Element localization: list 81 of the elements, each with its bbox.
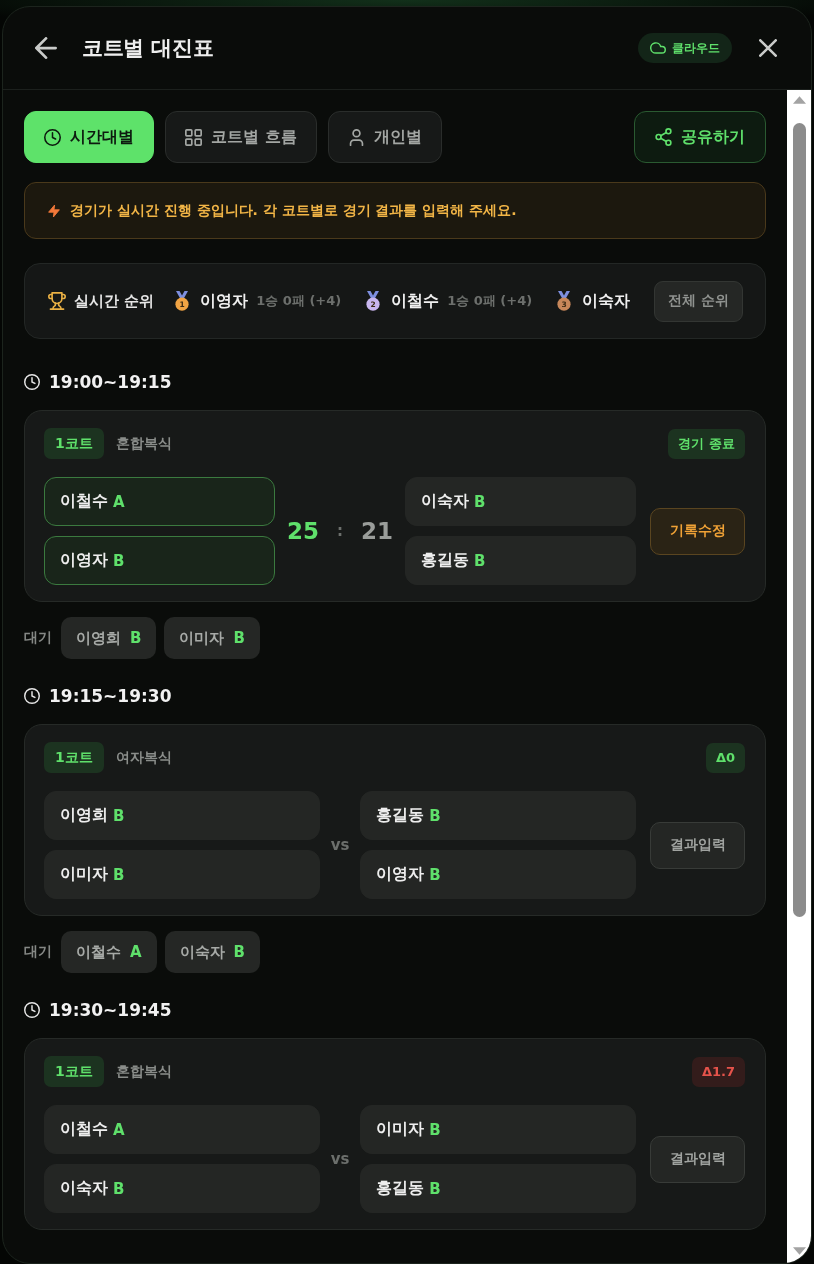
player-name: 이철수 <box>60 1119 108 1140</box>
player-grade: A <box>113 1120 125 1139</box>
court-badge: 1코트 <box>44 1056 104 1087</box>
versus-label: vs <box>330 836 350 854</box>
match-type: 여자복식 <box>115 748 172 767</box>
scrollbar-thumb[interactable] <box>792 123 806 917</box>
page-title: 코트별 대진표 <box>82 35 214 62</box>
team-score: 21 <box>361 518 393 544</box>
time-slot-label: 19:00~19:15 <box>49 372 172 392</box>
player-grade: B <box>429 865 441 884</box>
player-name: 이숙자 <box>421 491 469 512</box>
player-name: 홍길동 <box>376 805 425 826</box>
scroll-down-icon[interactable] <box>792 1247 806 1255</box>
ranking-title: 실시간 순위 <box>74 291 155 311</box>
status-badge: Δ1.7 <box>691 1056 745 1087</box>
player-grade: B <box>429 806 441 825</box>
clock-icon <box>24 1002 40 1018</box>
back-arrow-icon[interactable] <box>35 37 57 59</box>
clock-icon <box>24 374 40 390</box>
player-grade: B <box>474 551 486 570</box>
player-grade: B <box>233 943 246 961</box>
player-grade: A <box>113 492 125 511</box>
ranking-name: 이영자 <box>200 290 249 312</box>
player-name: 이숙자 <box>179 942 225 962</box>
trophy-icon <box>48 292 66 310</box>
court-badge: 1코트 <box>44 742 104 773</box>
player-name: 이영자 <box>376 864 425 885</box>
player-grade: B <box>113 1179 125 1198</box>
edit-record-button[interactable]: 기록수정 <box>650 507 745 555</box>
enter-result-button[interactable]: 결과입력 <box>650 821 745 869</box>
ranking-record: 1승 0패 (+4) <box>256 292 342 310</box>
player-grade: B <box>113 551 125 570</box>
score-separator: : <box>337 522 343 540</box>
full-ranking-button[interactable]: 전체 순위 <box>654 280 743 322</box>
grid-icon <box>185 128 202 146</box>
team-score: 25 <box>287 518 319 544</box>
player-name: 이철수 <box>60 491 108 512</box>
time-slot-label: 19:15~19:30 <box>49 686 172 706</box>
player-name: 이미자 <box>179 628 225 648</box>
player-name: 이영자 <box>60 550 108 571</box>
waiting-label: 대기 <box>24 943 52 961</box>
close-icon[interactable] <box>759 39 777 57</box>
player-grade: B <box>429 1120 441 1139</box>
match-type: 혼합복식 <box>115 1062 172 1081</box>
player-grade: B <box>233 629 245 647</box>
time-slot-label: 19:30~19:45 <box>49 1000 172 1020</box>
player-name: 이미자 <box>60 864 108 885</box>
clock-icon <box>44 128 61 146</box>
match-type: 혼합복식 <box>115 434 172 453</box>
player-grade: B <box>474 492 486 511</box>
waiting-label: 대기 <box>24 629 52 647</box>
player-name: 이숙자 <box>60 1178 108 1199</box>
alert-message: 경기가 실시간 진행 중입니다. 각 코트별로 경기 결과를 입력해 주세요. <box>70 201 517 220</box>
player-grade: B <box>130 629 142 647</box>
tab[interactable]: 개인별 <box>327 111 442 163</box>
share-icon <box>655 128 672 146</box>
person-icon <box>347 128 365 146</box>
player-name: 이미자 <box>376 1119 425 1140</box>
cloud-label: 클라우드 <box>672 39 720 57</box>
status-badge: Δ0 <box>705 742 745 773</box>
player-name: 이영희 <box>76 628 121 648</box>
clock-icon <box>24 688 40 704</box>
player-name: 이영희 <box>60 805 108 826</box>
player-grade: A <box>130 943 142 961</box>
player-grade: B <box>113 806 125 825</box>
court-badge: 1코트 <box>44 428 104 459</box>
versus-label: vs <box>330 1150 350 1168</box>
tab[interactable]: 시간대별 <box>24 111 154 163</box>
player-name: 홍길동 <box>376 1178 425 1199</box>
player-name: 홍길동 <box>421 550 469 571</box>
tab[interactable]: 코트별 흐름 <box>165 111 317 163</box>
ranking-record: 1승 0패 (+4) <box>447 292 533 310</box>
status-badge: 경기 종료 <box>668 428 745 459</box>
ranking-name: 이철수 <box>391 290 440 312</box>
enter-result-button[interactable]: 결과입력 <box>650 1135 745 1183</box>
player-grade: B <box>113 865 125 884</box>
player-grade: B <box>429 1179 441 1198</box>
player-name: 이철수 <box>76 942 121 962</box>
share-button[interactable]: 공유하기 <box>634 111 766 163</box>
ranking-name: 이숙자 <box>582 290 631 312</box>
cloud-icon <box>650 42 666 54</box>
